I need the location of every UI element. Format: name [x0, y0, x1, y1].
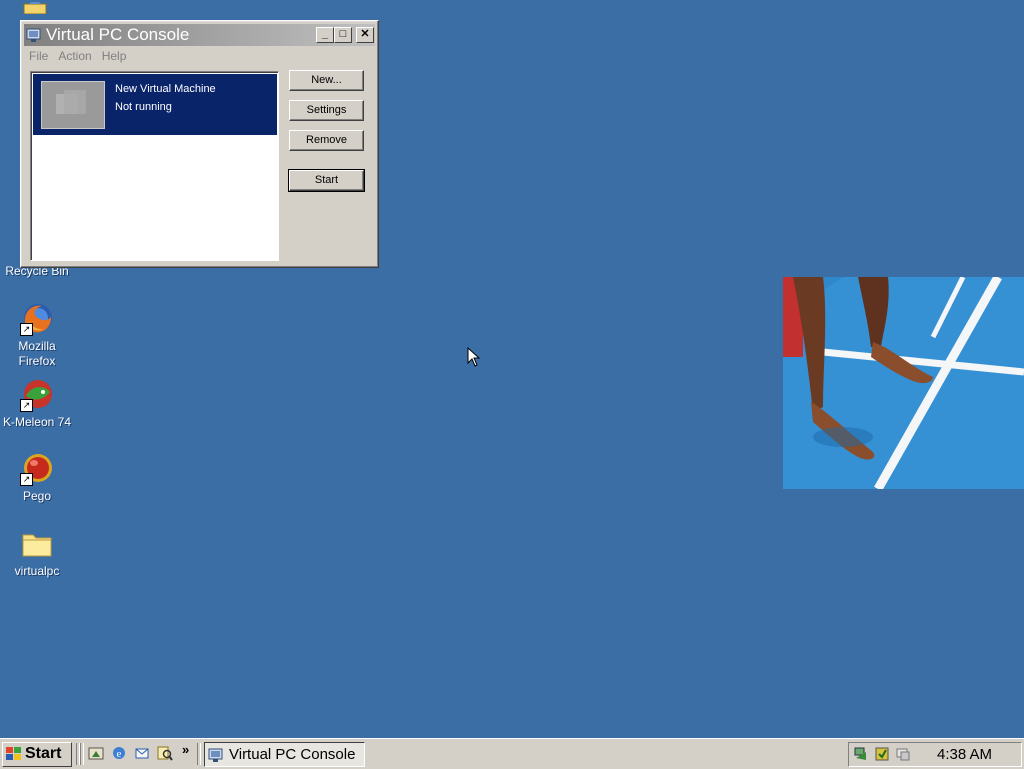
windows-logo-icon	[6, 747, 22, 761]
settings-button[interactable]: Settings	[289, 100, 364, 121]
window-titlebar[interactable]: Virtual PC Console _ □ ✕	[24, 24, 375, 46]
documents-icon	[21, 0, 49, 15]
task-virtual-pc-console[interactable]: Virtual PC Console	[204, 742, 365, 767]
quicklaunch-chevron-icon[interactable]: »	[182, 742, 189, 757]
network-tray-icon[interactable]	[853, 746, 869, 762]
start-label: Start	[25, 745, 62, 762]
wallpaper-photo	[783, 277, 1024, 489]
shortcut-arrow-icon: ↗	[20, 473, 33, 486]
vm-status: Not running	[115, 101, 172, 113]
kmeleon-icon: ↗	[20, 378, 54, 412]
taskbar-separator	[197, 743, 201, 765]
virtual-pc-app-icon	[26, 27, 42, 43]
folder-icon	[20, 527, 54, 561]
new-button[interactable]: New...	[289, 70, 364, 91]
virtual-pc-console-window: Virtual PC Console _ □ ✕ File Action Help …	[20, 20, 379, 268]
vm-list-item-selected[interactable]: New Virtual Machine Not running	[33, 74, 277, 135]
desktop-icon-pego[interactable]: ↗ Pego	[0, 452, 74, 504]
search-icon[interactable]	[157, 745, 173, 761]
menu-action[interactable]: Action	[53, 47, 96, 65]
desktop-icon-virtualpc-label: virtualpc	[14, 564, 60, 578]
vm-name: New Virtual Machine	[115, 83, 216, 95]
taskbar: Start e » Virtual PC Console 4:38 AM	[0, 738, 1024, 769]
show-desktop-icon[interactable]	[88, 745, 104, 761]
virtual-pc-tray-icon[interactable]	[895, 746, 911, 762]
menu-bar: File Action Help	[24, 47, 375, 65]
svg-text:e: e	[117, 748, 122, 760]
task-label: Virtual PC Console	[229, 746, 356, 763]
taskbar-separator	[80, 743, 84, 765]
menu-help[interactable]: Help	[97, 47, 132, 65]
mouse-cursor-icon	[467, 346, 481, 367]
outlook-express-icon[interactable]	[134, 745, 150, 761]
firefox-icon: ↗	[20, 302, 54, 336]
desktop-icon-documents[interactable]	[0, 0, 72, 17]
close-button[interactable]: ✕	[356, 27, 374, 43]
desktop-icon-firefox-label: Mozilla Firefox	[18, 339, 56, 368]
desktop-icon-firefox[interactable]: ↗ Mozilla Firefox	[0, 302, 74, 369]
shortcut-arrow-icon: ↗	[20, 399, 33, 412]
internet-explorer-icon[interactable]: e	[111, 745, 127, 761]
shortcut-arrow-icon: ↗	[20, 323, 33, 336]
tray-clock[interactable]: 4:38 AM	[937, 746, 992, 763]
menu-file[interactable]: File	[24, 47, 53, 65]
minimize-button[interactable]: _	[316, 27, 334, 43]
start-vm-button[interactable]: Start	[288, 169, 365, 192]
desktop-icon-kmeleon[interactable]: ↗ K-Meleon 74	[0, 378, 74, 430]
desktop-icon-kmeleon-label: K-Meleon 74	[2, 415, 72, 429]
virtual-pc-app-icon	[208, 747, 224, 763]
vm-thumbnail-icon	[41, 81, 105, 129]
maximize-button[interactable]: □	[334, 27, 352, 43]
desktop-icon-pego-label: Pego	[22, 489, 52, 503]
system-tray: 4:38 AM	[848, 742, 1022, 767]
pego-icon: ↗	[20, 452, 54, 486]
remove-button[interactable]: Remove	[289, 130, 364, 151]
window-title: Virtual PC Console	[46, 25, 190, 44]
desktop-icon-virtualpc-folder[interactable]: virtualpc	[0, 527, 74, 579]
update-tray-icon[interactable]	[874, 746, 890, 762]
start-button[interactable]: Start	[2, 742, 72, 767]
virtual-machine-list[interactable]: New Virtual Machine Not running	[30, 71, 279, 261]
